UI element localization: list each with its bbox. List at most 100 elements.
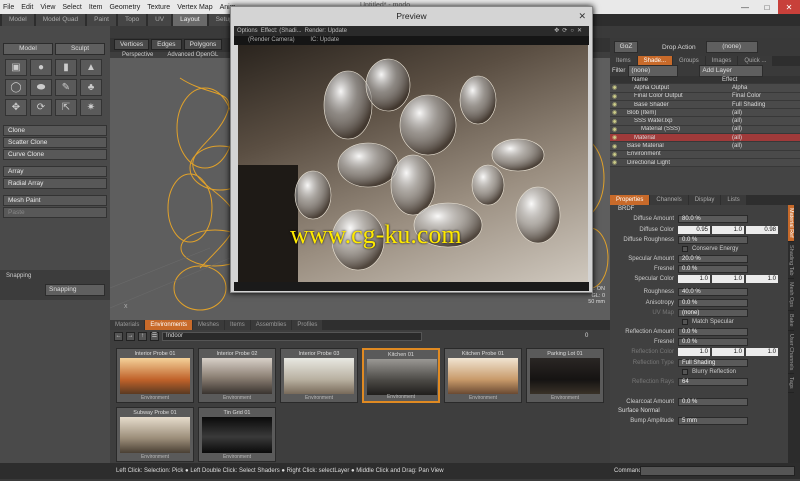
tab-paint[interactable]: Paint	[87, 14, 116, 26]
environment-thumbnail[interactable]: Kitchen Probe 01 Environment	[444, 348, 522, 403]
color-channel[interactable]: 1.0	[746, 275, 778, 284]
property-value[interactable]: 20.0 %	[678, 254, 748, 263]
shader-tree-row[interactable]: ◉ Material (SSS) (all)	[610, 125, 800, 135]
property-value[interactable]: 0.0 %	[678, 235, 748, 244]
property-row[interactable]: Diffuse Roughness 0.0 %	[610, 235, 800, 245]
eye-icon[interactable]: ◉	[610, 101, 620, 108]
menu-icon[interactable]: ☰	[150, 331, 159, 341]
minimize-icon[interactable]: —	[734, 0, 756, 14]
side-tab-3[interactable]: Bake	[788, 311, 794, 331]
menu-item[interactable]: Item	[89, 4, 103, 11]
tool-scatter-clone[interactable]: Scatter Clone	[3, 137, 107, 148]
color-fields[interactable]: 1.0 1.0 1.0	[678, 348, 778, 357]
col-effect[interactable]: Effect	[722, 77, 800, 83]
prop-tab-properties[interactable]: Properties	[610, 195, 650, 206]
transform-icon[interactable]: ✷	[80, 99, 102, 116]
color-channel[interactable]: 1.0	[678, 275, 710, 284]
rotate-icon[interactable]: ⟳	[30, 99, 52, 116]
menu-texture[interactable]: Texture	[147, 4, 170, 11]
browser-tab-assemblies[interactable]: Assemblies	[250, 320, 292, 330]
side-tab-4[interactable]: User Channels	[788, 331, 794, 375]
property-row[interactable]: Specular Amount 20.0 %	[610, 254, 800, 264]
tree-icon[interactable]: ♣	[80, 79, 102, 96]
preview-render-dropdown[interactable]: Render: Update	[305, 26, 347, 36]
property-value[interactable]: Full Shading	[678, 358, 748, 367]
mode-vertices[interactable]: Vertices	[114, 39, 150, 50]
property-row[interactable]: Diffuse Amount 80.0 %	[610, 214, 800, 224]
property-row[interactable]: Fresnel 0.0 %	[610, 264, 800, 274]
property-row[interactable]: Reflection Type Full Shading	[610, 358, 800, 368]
property-row[interactable]: Reflection Amount 0.0 %	[610, 327, 800, 337]
maximize-icon[interactable]: □	[756, 0, 778, 14]
color-channel[interactable]: 1.0	[712, 225, 744, 234]
eye-icon[interactable]: ◉	[610, 84, 620, 91]
torus-icon[interactable]: ◯	[5, 79, 27, 96]
property-value[interactable]: 0.0 %	[678, 298, 748, 307]
mode-polygons[interactable]: Polygons	[183, 39, 223, 50]
color-channel[interactable]: 1.0	[678, 348, 710, 357]
goz-button[interactable]: GoZ	[614, 41, 638, 53]
side-tab-5[interactable]: Tags	[788, 374, 794, 393]
path-select[interactable]: Indoor	[162, 331, 422, 341]
environment-thumbnail[interactable]: Subway Probe 01 Environment	[116, 407, 194, 462]
snapping-button[interactable]: Snapping	[45, 284, 105, 296]
property-row[interactable]	[610, 387, 800, 397]
browser-tab-materials[interactable]: Materials	[110, 320, 145, 330]
tool-curve-clone[interactable]: Curve Clone	[3, 149, 107, 160]
col-name[interactable]: Name	[610, 77, 722, 83]
eye-icon[interactable]: ◉	[610, 126, 620, 133]
menu-geometry[interactable]: Geometry	[109, 4, 140, 11]
scale-icon[interactable]: ⇱	[55, 99, 77, 116]
shader-tree-row[interactable]: ◉ Environment	[610, 150, 800, 159]
blurry-reflection-checkbox[interactable]: Blurry Reflection	[610, 368, 800, 377]
tab-topo[interactable]: Topo	[117, 14, 147, 26]
eye-icon[interactable]: ◉	[610, 159, 620, 166]
move-icon[interactable]: ✥	[5, 99, 27, 116]
sphere-icon[interactable]: ●	[30, 59, 52, 76]
shader-tree-row[interactable]: ◉ Final Color Output Final Color	[610, 92, 800, 101]
side-tab-1[interactable]: Shading Tab	[788, 242, 794, 280]
property-value[interactable]: 0.0 %	[678, 398, 748, 407]
match-specular-checkbox[interactable]: Match Specular	[610, 318, 800, 327]
preview-effect-dropdown[interactable]: Effect: (Shadi...	[261, 26, 302, 36]
property-value[interactable]: (none)	[678, 308, 748, 317]
color-channel[interactable]: 0.95	[678, 225, 710, 234]
color-channel[interactable]: 1.0	[712, 275, 744, 284]
cylinder-icon[interactable]: ▮	[55, 59, 77, 76]
menu-view[interactable]: View	[40, 4, 55, 11]
cone-icon[interactable]: ▲	[80, 59, 102, 76]
tab-sculpt[interactable]: Sculpt	[55, 43, 105, 55]
shader-tree-row[interactable]: ◉ Alpha Output Alpha	[610, 84, 800, 93]
side-tab-2[interactable]: Mesh Ops	[788, 279, 794, 312]
eye-icon[interactable]: ◉	[610, 151, 620, 158]
browser-tab-environments[interactable]: Environments	[145, 320, 193, 330]
tool-clone[interactable]: Clone	[3, 125, 107, 136]
menu-file[interactable]: File	[3, 4, 14, 11]
mode-edges[interactable]: Edges	[151, 39, 182, 50]
environment-thumbnail[interactable]: Parking Lot 01 Environment	[526, 348, 604, 403]
property-row[interactable]: Anisotropy 0.0 %	[610, 298, 800, 308]
preview-ic-label[interactable]: IC: Update	[310, 37, 339, 43]
browser-tab-profiles[interactable]: Profiles	[292, 320, 323, 330]
shader-tree-row[interactable]: ◉ Directional Light	[610, 158, 800, 168]
browser-tab-meshes[interactable]: Meshes	[193, 320, 225, 330]
eye-icon[interactable]: ◉	[610, 118, 620, 125]
capsule-icon[interactable]: ⬬	[30, 79, 52, 96]
property-row[interactable]: Clearcoat Amount 0.0 %	[610, 397, 800, 407]
environment-thumbnail[interactable]: Kitchen 01 Environment	[362, 348, 440, 403]
property-row[interactable]: Reflection Color 1.0 1.0 1.0	[610, 347, 800, 357]
tab-model[interactable]: Model	[2, 14, 34, 26]
property-row[interactable]: Reflection Rays 64	[610, 377, 800, 387]
forward-icon[interactable]: →	[126, 331, 135, 341]
preview-close-icon[interactable]: ✕	[578, 11, 586, 22]
tab-uv[interactable]: UV	[148, 14, 172, 26]
pen-icon[interactable]: ✎	[55, 79, 77, 96]
environment-thumbnail[interactable]: Interior Probe 02 Environment	[198, 348, 276, 403]
environment-thumbnail[interactable]: Interior Probe 03 Environment	[280, 348, 358, 403]
shader-tree-row[interactable]: ◉ Base Shader Full Shading	[610, 100, 800, 110]
conserve-energy-checkbox[interactable]: Conserve Energy	[610, 245, 800, 254]
drop-action-select[interactable]: (none)	[705, 41, 758, 53]
shader-tree-row[interactable]: ◉ Base Material (all)	[610, 142, 800, 151]
prop-tab-channels[interactable]: Channels	[650, 195, 688, 206]
tool-mesh-paint[interactable]: Mesh Paint	[3, 195, 107, 206]
